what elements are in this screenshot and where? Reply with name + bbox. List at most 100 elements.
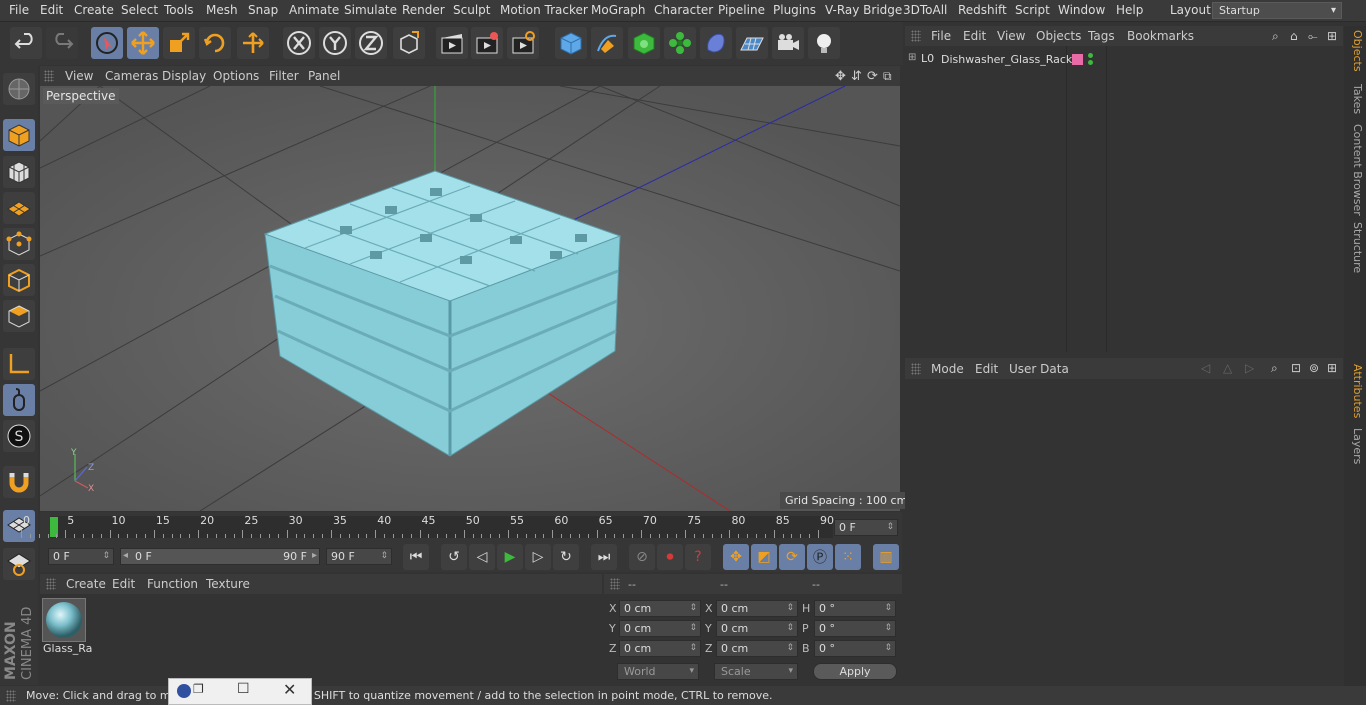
perspective-viewport[interactable]: Y Z X xyxy=(40,86,900,511)
tab-structure[interactable]: Structure xyxy=(1346,222,1364,273)
objects-link-icon[interactable]: ⟜ xyxy=(1308,29,1318,44)
enable-axis-icon[interactable] xyxy=(3,348,35,380)
attributes-settings-icon[interactable]: ⊚ xyxy=(1309,361,1319,375)
key-parameter-icon[interactable]: Ⓟ xyxy=(807,544,833,570)
make-editable-icon[interactable] xyxy=(3,73,35,105)
floor-environment-icon[interactable] xyxy=(736,27,768,59)
pen-spline-icon[interactable] xyxy=(591,27,623,59)
live-selection-icon[interactable] xyxy=(91,27,123,59)
viewport-menu-view[interactable]: View xyxy=(65,69,93,83)
viewport-menu-filter[interactable]: Filter xyxy=(269,69,299,83)
menu-select[interactable]: Select xyxy=(121,3,158,17)
restore-icon[interactable]: ❐ xyxy=(193,682,204,696)
attributes-search-icon[interactable]: ⌕ xyxy=(1271,361,1278,376)
deformer-icon[interactable] xyxy=(700,27,732,59)
previous-frame-icon[interactable]: ◁ xyxy=(469,544,495,570)
go-to-end-icon[interactable]: ⏭ xyxy=(591,544,617,570)
attributes-menu-mode[interactable]: Mode xyxy=(931,362,964,376)
attributes-forward-icon[interactable]: ▷ xyxy=(1245,361,1254,375)
attributes-menu-user-data[interactable]: User Data xyxy=(1009,362,1069,376)
timeline-ruler[interactable]: 0 5 10 15 20 25 30 35 40 45 50 55 60 65 70 75 80 85 90 0 F xyxy=(21,512,902,542)
render-picture-viewer-icon[interactable] xyxy=(471,27,503,59)
attributes-lock-icon[interactable]: ⊡ xyxy=(1291,361,1301,375)
x-axis-lock-icon[interactable] xyxy=(283,27,315,59)
key-rotation-icon[interactable]: ⟳ xyxy=(779,544,805,570)
layout-select[interactable]: Startup xyxy=(1212,2,1342,19)
coordinate-system-icon[interactable] xyxy=(393,27,425,59)
key-pla-icon[interactable]: ⁙ xyxy=(835,544,861,570)
points-mode-icon[interactable] xyxy=(3,228,35,260)
menu-sculpt[interactable]: Sculpt xyxy=(453,3,490,17)
record-keys-off-icon[interactable]: ⊘ xyxy=(629,544,655,570)
expand-icon[interactable]: ⊞ xyxy=(908,52,916,63)
menu-script[interactable]: Script xyxy=(1015,3,1050,17)
tab-objects[interactable]: Objects xyxy=(1346,30,1364,72)
z-axis-lock-icon[interactable] xyxy=(355,27,387,59)
menu-create[interactable]: Create xyxy=(74,3,114,17)
menu-mograph[interactable]: MoGraph xyxy=(591,3,646,17)
frame-range-slider[interactable]: ◂ 0 F 90 F ▸ xyxy=(120,548,320,565)
menu-pipeline[interactable]: Pipeline xyxy=(718,3,765,17)
menu-simulate[interactable]: Simulate xyxy=(344,3,397,17)
key-position-icon[interactable]: ✥ xyxy=(723,544,749,570)
material-menu-edit[interactable]: Edit xyxy=(112,577,135,591)
subdivision-surface-icon[interactable] xyxy=(628,27,660,59)
viewport-menu-cameras[interactable]: Cameras xyxy=(105,69,158,83)
cloner-icon[interactable] xyxy=(664,27,696,59)
locked-workplane-icon[interactable] xyxy=(3,548,35,580)
end-frame-field[interactable]: 90 F xyxy=(326,548,392,565)
objects-menu-view[interactable]: View xyxy=(997,29,1025,43)
solo-mode-icon[interactable]: S xyxy=(3,420,35,452)
attributes-up-icon[interactable]: △ xyxy=(1223,361,1232,375)
size-z-field[interactable]: 0 cm xyxy=(716,640,798,657)
coordinate-mode-select[interactable]: Scale ▾ xyxy=(714,663,798,680)
objects-menu-file[interactable]: File xyxy=(931,29,951,43)
attributes-new-window-icon[interactable]: ⊞ xyxy=(1327,361,1337,375)
menu-tools[interactable]: Tools xyxy=(164,3,194,17)
undo-icon[interactable] xyxy=(10,27,42,59)
apply-button[interactable]: Apply xyxy=(813,663,897,680)
objects-menu-tags[interactable]: Tags xyxy=(1088,29,1115,43)
layer-color-swatch[interactable] xyxy=(1072,54,1083,65)
menu-3dtoall[interactable]: 3DToAll xyxy=(903,3,947,17)
coordinate-space-select[interactable]: World ▾ xyxy=(617,663,699,680)
y-axis-lock-icon[interactable] xyxy=(319,27,351,59)
material-menu-create[interactable]: Create xyxy=(66,577,106,591)
tweak-mode-icon[interactable] xyxy=(3,384,35,416)
workplane-mode-icon[interactable] xyxy=(3,192,35,224)
move-tool-icon[interactable] xyxy=(127,27,159,59)
polygons-mode-icon[interactable] xyxy=(3,300,35,332)
scale-tool-icon[interactable] xyxy=(163,27,195,59)
menu-mesh[interactable]: Mesh xyxy=(206,3,238,17)
menu-vray-bridge[interactable]: V-Ray Bridge xyxy=(825,3,902,17)
material-menu-function[interactable]: Function xyxy=(147,577,198,591)
objects-menu-bookmarks[interactable]: Bookmarks xyxy=(1127,29,1194,43)
close-icon[interactable]: ✕ xyxy=(283,680,296,699)
light-icon[interactable] xyxy=(808,27,840,59)
viewport-dolly-icon[interactable]: ⇵ xyxy=(851,69,862,84)
autokeying-icon[interactable]: ⏺ xyxy=(657,544,683,570)
size-x-field[interactable]: 0 cm xyxy=(716,600,798,617)
viewport-pan-icon[interactable]: ✥ xyxy=(835,69,846,84)
object-row[interactable]: ⊞ L0 Dishwasher_Glass_Rack xyxy=(905,50,1343,70)
position-z-field[interactable]: 0 cm xyxy=(619,640,701,657)
redo-icon[interactable] xyxy=(46,27,78,59)
editor-visibility-dot[interactable] xyxy=(1088,53,1093,58)
magnet-snap-icon[interactable] xyxy=(3,466,35,498)
material-swatch[interactable]: Glass_Ra xyxy=(42,598,92,656)
menu-character[interactable]: Character xyxy=(654,3,713,17)
keyframe-selection-icon[interactable]: ? xyxy=(685,544,711,570)
attributes-back-icon[interactable]: ◁ xyxy=(1201,361,1210,375)
previous-key-icon[interactable]: ↺ xyxy=(441,544,467,570)
menu-plugins[interactable]: Plugins xyxy=(773,3,816,17)
rotation-p-field[interactable]: 0 ° xyxy=(814,620,896,637)
menu-redshift[interactable]: Redshift xyxy=(958,3,1007,17)
render-view-icon[interactable] xyxy=(436,27,468,59)
render-visibility-dot[interactable] xyxy=(1088,60,1093,65)
timeline-window-icon[interactable]: ▥ xyxy=(873,544,899,570)
objects-menu-edit[interactable]: Edit xyxy=(963,29,986,43)
start-frame-field[interactable]: 0 F xyxy=(48,548,114,565)
go-to-start-icon[interactable]: ⏮ xyxy=(403,544,429,570)
transform-tool-icon[interactable] xyxy=(237,27,269,59)
edges-mode-icon[interactable] xyxy=(3,264,35,296)
